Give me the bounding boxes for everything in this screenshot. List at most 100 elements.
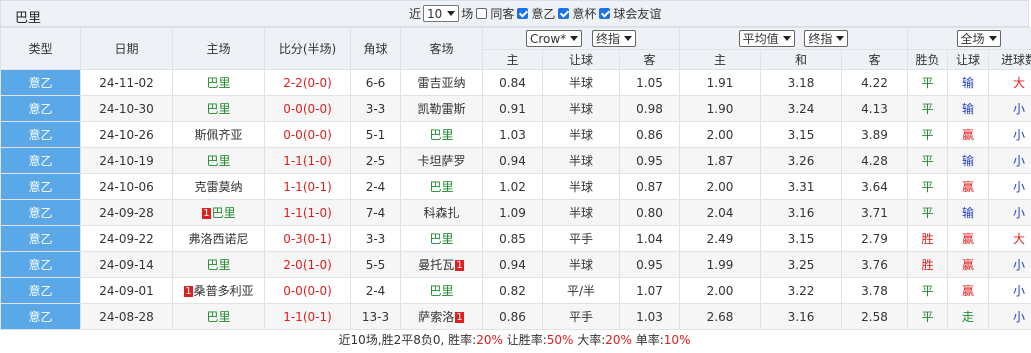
corner-cell: 3-3 — [350, 95, 401, 122]
company-select[interactable]: Crow* — [525, 30, 583, 48]
chevron-down-icon — [624, 35, 633, 41]
home-team-link[interactable]: 桑普多利亚 — [194, 284, 254, 298]
full-time-score[interactable]: 1-1 — [283, 154, 303, 168]
same-host-checkbox[interactable] — [476, 8, 488, 19]
league-label[interactable]: 意乙 — [28, 310, 52, 324]
full-time-score[interactable]: 1-1 — [283, 310, 303, 324]
date-cell: 24-11-02 — [80, 69, 173, 96]
home-cell: 巴里 — [172, 95, 265, 122]
league-label[interactable]: 意乙 — [28, 284, 52, 298]
avg-home-cell: 1.99 — [679, 251, 762, 278]
avg-select[interactable]: 平均值 — [738, 30, 795, 47]
corner-cell: 5-5 — [350, 251, 401, 278]
odds-away: 0.95 — [636, 257, 663, 272]
away-team-link[interactable]: 科森扎 — [423, 206, 459, 220]
home-team-link[interactable]: 巴里 — [206, 258, 230, 272]
full-time-score[interactable]: 1-1 — [283, 180, 303, 194]
full-time-score[interactable]: 0-0 — [283, 102, 303, 116]
odds-away: 0.87 — [636, 179, 663, 194]
home-team-link[interactable]: 弗洛西诺尼 — [188, 232, 248, 246]
half-time-score: (1-0) — [302, 153, 332, 168]
league-label[interactable]: 意乙 — [28, 180, 52, 194]
full-time-score[interactable]: 0-3 — [283, 232, 303, 246]
away-team-link[interactable]: 萨索洛 — [418, 310, 454, 324]
away-team-link[interactable]: 巴里 — [429, 128, 453, 142]
table-row[interactable]: 意乙 24-10-06 克雷莫纳 1-1(0-1) 2-4 巴里 1.02 半球 0.87 2.0… — [0, 173, 1031, 200]
scope-select[interactable]: 全场 — [956, 30, 1001, 47]
away-team-link[interactable]: 雷吉亚纳 — [417, 76, 465, 90]
date-cell: 24-08-28 — [80, 303, 173, 330]
date-cell: 24-09-28 — [80, 199, 173, 226]
odds-home-cell: 0.94 — [482, 251, 543, 278]
table-row[interactable]: 意乙 24-10-19 巴里 1-1(1-0) 2-5 卡坦萨罗 0.94 半球 0.95 1.8… — [0, 147, 1031, 174]
league-label[interactable]: 意乙 — [28, 154, 52, 168]
away-team-link[interactable]: 巴里 — [429, 232, 453, 246]
handicap-cell: 半球 — [542, 69, 620, 96]
away-team-link[interactable]: 曼托瓦 — [418, 258, 454, 272]
league-label[interactable]: 意乙 — [28, 258, 52, 272]
friendly-checkbox[interactable] — [599, 8, 611, 19]
col-corner: 角球 — [350, 27, 401, 70]
full-time-score[interactable]: 2-2 — [283, 76, 303, 90]
home-team-link[interactable]: 巴里 — [206, 76, 230, 90]
match-count-select[interactable]: 10 — [423, 5, 460, 22]
table-row[interactable]: 意乙 24-09-14 巴里 2-0(1-0) 5-5 曼托瓦 1 0.94 半球 0.95 1.9… — [0, 251, 1031, 278]
full-time-score[interactable]: 2-0 — [283, 258, 303, 272]
date-cell: 24-10-26 — [80, 121, 173, 148]
league1-checkbox[interactable] — [517, 8, 529, 19]
table-row[interactable]: 意乙 24-11-02 巴里 2-2(0-0) 6-6 雷吉亚纳 0.84 半球 1.05 1.9… — [0, 69, 1031, 96]
big-rate-label: 大率: — [573, 333, 606, 347]
odds-type-select[interactable]: 终指 — [592, 29, 637, 47]
table-row[interactable]: 意乙 24-08-28 巴里 1-1(0-1) 13-3 萨索洛 1 0.86 平手 1.03 2.… — [0, 303, 1031, 330]
home-team-link[interactable]: 斯佩齐亚 — [194, 128, 242, 142]
full-time-score[interactable]: 0-0 — [283, 284, 303, 298]
home-team-link[interactable]: 巴里 — [206, 154, 230, 168]
home-team-link[interactable]: 巴里 — [206, 102, 230, 116]
corner-count: 5-5 — [365, 257, 386, 272]
league-label[interactable]: 意乙 — [28, 206, 52, 220]
handicap-value: 半球 — [568, 180, 593, 194]
away-team-link[interactable]: 卡坦萨罗 — [417, 154, 465, 168]
table-row[interactable]: 意乙 24-09-28 1 巴里 1-1(1-0) 7-4 科森扎 1.09 半球 0.80 2.0… — [0, 199, 1031, 226]
table-row[interactable]: 意乙 24-09-01 1 桑普多利亚 0-0(0-0) 2-4 巴里 0.82 平/半 1.07… — [0, 277, 1031, 304]
league2-checkbox[interactable] — [558, 8, 570, 19]
league-label[interactable]: 意乙 — [28, 102, 52, 116]
handicap-cell: 平/半 — [542, 277, 620, 304]
col-avg-home: 主 — [679, 49, 762, 70]
home-cell: 巴里 — [172, 69, 265, 96]
home-team-link[interactable]: 巴里 — [206, 310, 230, 324]
avg-draw-cell: 3.15 — [760, 121, 843, 148]
score-cell: 0-3(0-1) — [264, 225, 351, 252]
table-row[interactable]: 意乙 24-10-26 斯佩齐亚 0-0(0-0) 5-1 巴里 1.03 半球 0.86 2.0… — [0, 121, 1031, 148]
avg-home: 2.00 — [706, 127, 734, 142]
result-cell: 平 — [907, 199, 949, 226]
date-cell: 24-09-01 — [80, 277, 173, 304]
away-team-link[interactable]: 巴里 — [429, 284, 453, 298]
table-row[interactable]: 意乙 24-09-22 弗洛西诺尼 0-3(0-1) 3-3 巴里 0.85 平手 1.04 2.… — [0, 225, 1031, 252]
home-cell: 巴里 — [172, 303, 265, 330]
avg-draw-cell: 3.22 — [760, 277, 843, 304]
home-cell: 1 巴里 — [172, 199, 265, 226]
red-card-icon: 1 — [184, 286, 193, 297]
avg-draw-cell: 3.26 — [760, 147, 843, 174]
avg-draw: 3.15 — [787, 231, 815, 246]
league-label[interactable]: 意乙 — [28, 128, 52, 142]
away-team-link[interactable]: 凯勒雷斯 — [417, 102, 465, 116]
avg-type-select[interactable]: 终指 — [804, 30, 849, 47]
win-rate: 20% — [476, 333, 503, 347]
handicap-cell: 平手 — [542, 303, 620, 330]
match-result: 平 — [921, 76, 934, 90]
handicap-value: 平/半 — [566, 284, 596, 298]
date-cell: 24-09-22 — [80, 225, 173, 252]
table-row[interactable]: 意乙 24-10-30 巴里 0-0(0-0) 3-3 凯勒雷斯 0.91 半球 0.98 1.9… — [0, 95, 1031, 122]
league-cell: 意乙 — [0, 121, 81, 148]
league1-label: 意乙 — [531, 7, 556, 21]
league-label[interactable]: 意乙 — [28, 76, 52, 90]
league-label[interactable]: 意乙 — [28, 232, 52, 246]
home-team-link[interactable]: 巴里 — [212, 206, 236, 220]
full-time-score[interactable]: 1-1 — [283, 206, 303, 220]
home-team-link[interactable]: 克雷莫纳 — [194, 180, 242, 194]
odds-home: 0.94 — [499, 153, 526, 168]
away-team-link[interactable]: 巴里 — [429, 180, 453, 194]
full-time-score[interactable]: 0-0 — [283, 128, 303, 142]
